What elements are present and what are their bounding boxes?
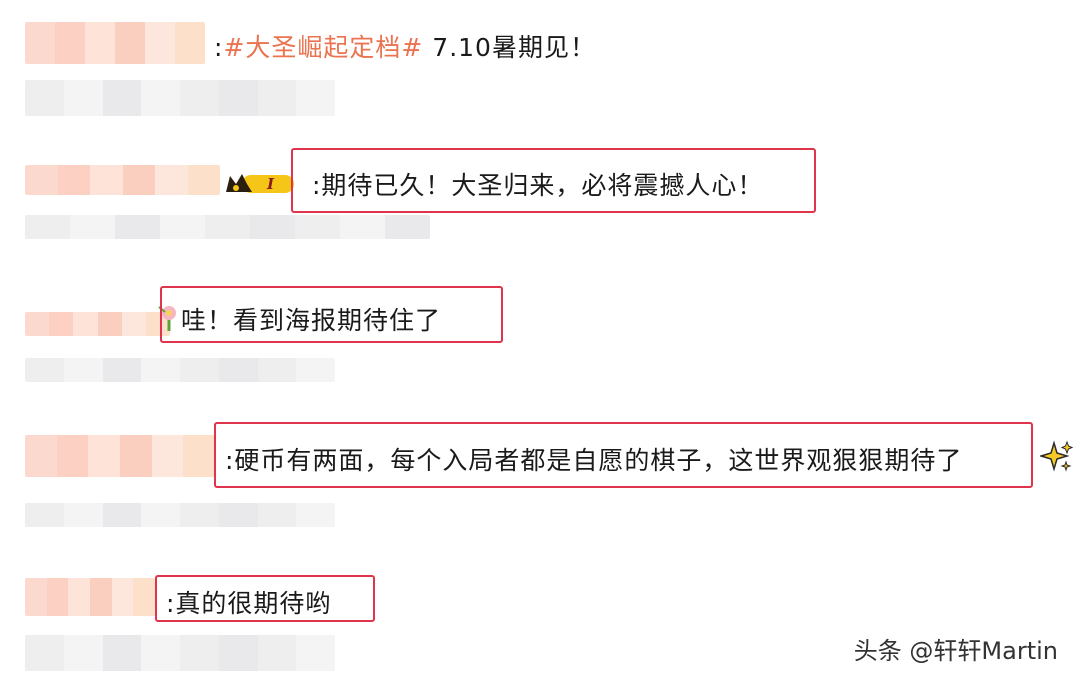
username-blurred: [25, 165, 220, 195]
comment-3: 哇！看到海报期待住了: [181, 306, 442, 335]
comment-meta-blurred: [25, 503, 335, 527]
svg-text:I: I: [266, 175, 275, 193]
sparkles-emoji-icon: [1038, 440, 1074, 478]
comment-meta-blurred: [25, 215, 430, 239]
comment-meta-blurred: [25, 80, 335, 116]
comment-meta-blurred: [25, 358, 335, 382]
comment-meta-blurred: [25, 635, 335, 671]
crown-badge-icon: I: [222, 170, 296, 196]
comment-1-text: 7.10暑期见！: [423, 33, 596, 62]
username-blurred: [25, 312, 170, 336]
watermark-text: 头条 @轩轩Martin: [853, 637, 1058, 665]
username-blurred: [25, 578, 155, 616]
comment-2: :期待已久！大圣归来，必将震撼人心！: [312, 171, 764, 200]
comment-screenshot: :#大圣崛起定档# 7.10暑期见！ I :期待已久！大圣归来，必将震撼人心！ …: [0, 0, 1078, 684]
username-blurred: [25, 435, 215, 477]
comment-1: :#大圣崛起定档# 7.10暑期见！: [214, 28, 596, 64]
hashtag-link[interactable]: #大圣崛起定档#: [223, 33, 423, 62]
comment-5: :真的很期待哟: [166, 589, 332, 618]
comment-4: :硬币有两面，每个入局者都是自愿的棋子，这世界观狠狠期待了: [225, 446, 963, 475]
username-blurred: [25, 22, 205, 64]
